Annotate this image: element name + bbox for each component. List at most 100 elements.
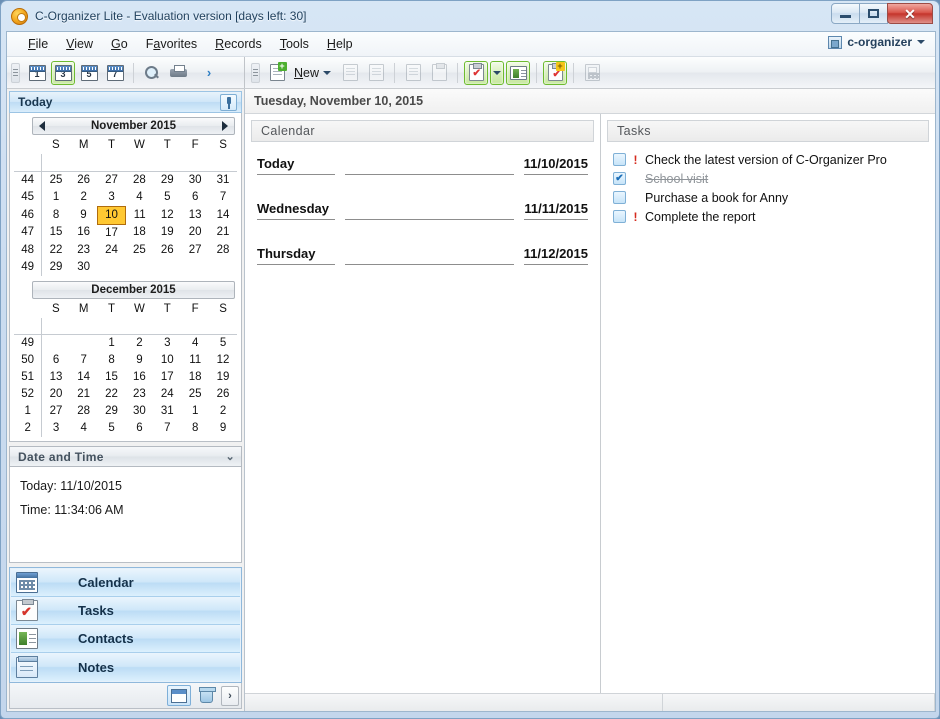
pin-icon[interactable]	[220, 93, 237, 111]
calendar-day-cell[interactable]: 15	[98, 369, 126, 386]
task-checkbox[interactable]	[613, 210, 626, 223]
calendar-day-cell[interactable]: 11	[181, 352, 209, 369]
calendar-day-cell[interactable]: 18	[181, 369, 209, 386]
prev-month-icon[interactable]	[39, 121, 45, 131]
calendar-day-cell[interactable]: 10	[97, 205, 126, 225]
paste-button[interactable]	[427, 61, 451, 85]
calendar-day-cell[interactable]: 7	[70, 352, 98, 369]
calendar-day-cell[interactable]: 1	[98, 335, 126, 353]
configure-panes-button[interactable]	[167, 685, 191, 706]
collapse-icon[interactable]: ⌄	[225, 450, 235, 463]
calendar-day-cell[interactable]: 25	[42, 171, 70, 189]
tasks-dropdown-button[interactable]	[490, 60, 505, 85]
new-dropdown-icon[interactable]	[323, 70, 332, 75]
task-checkbox[interactable]	[613, 153, 626, 166]
calendar-day-cell[interactable]: 27	[98, 171, 126, 189]
calendar-day-cell[interactable]: 27	[181, 242, 209, 259]
calendar-day-cell[interactable]: 12	[209, 352, 237, 369]
calendar-day-cell[interactable]: 17	[98, 224, 126, 242]
calendar-day-cell[interactable]: 7	[153, 420, 181, 437]
print-button[interactable]	[166, 61, 190, 85]
month1-header[interactable]: November 2015	[32, 117, 235, 135]
calendar-day-cell[interactable]: 24	[98, 242, 126, 259]
calendar-day-cell[interactable]: 29	[98, 403, 126, 420]
calendar-day-cell[interactable]: 6	[42, 352, 70, 369]
day-view-3-button[interactable]: 3	[51, 60, 75, 85]
calendar-day-cell[interactable]: 3	[42, 420, 70, 437]
day-view-1-button[interactable]: 1	[25, 61, 49, 85]
task-checkbox[interactable]	[613, 191, 626, 204]
calendar-day-cell[interactable]: 28	[209, 242, 237, 259]
month2-header[interactable]: December 2015	[32, 280, 235, 299]
calendar-day-cell[interactable]: 15	[42, 224, 70, 242]
calendar-day-cell[interactable]: 19	[153, 224, 181, 242]
menu-go[interactable]: Go	[102, 34, 137, 54]
calendar-day-cell[interactable]: 27	[42, 403, 70, 420]
calendar-day-cell[interactable]: 21	[209, 224, 237, 242]
sidebar-item-notes[interactable]: Notes	[11, 653, 240, 681]
calendar-day-cell[interactable]: 13	[181, 206, 209, 224]
maximize-button[interactable]	[859, 3, 888, 24]
calendar-day-cell[interactable]: 5	[98, 420, 126, 437]
calendar-day-cell[interactable]: 11	[126, 206, 154, 224]
calendar-day-cell[interactable]: 26	[70, 171, 98, 189]
calendar-day-cell[interactable]: 25	[126, 242, 154, 259]
calendar-day-cell[interactable]: 2	[126, 335, 154, 353]
calendar-day-cell[interactable]: 26	[209, 386, 237, 403]
calendar-day-cell[interactable]: 30	[181, 171, 209, 189]
calendar-day-cell[interactable]: 16	[70, 224, 98, 242]
menu-view[interactable]: View	[57, 34, 102, 54]
calendar-day-cell[interactable]: 5	[153, 189, 181, 207]
next-month-icon[interactable]	[222, 121, 228, 131]
calendar-day-cell[interactable]: 31	[209, 171, 237, 189]
sidebar-item-tasks[interactable]: Tasks	[11, 597, 240, 625]
contacts-view-button[interactable]	[506, 60, 531, 85]
new-record-button[interactable]: +	[265, 61, 289, 85]
task-row[interactable]: ! Complete the report	[607, 207, 929, 226]
menu-tools[interactable]: Tools	[271, 34, 318, 54]
calendar-day-cell[interactable]: 14	[209, 206, 237, 224]
calendar-panel-body[interactable]: Today 11/10/2015 Wednesday 11/11/2015 Th…	[251, 142, 594, 693]
calendar-day-cell[interactable]: 8	[42, 206, 70, 224]
calendar-day-cell[interactable]: 8	[181, 420, 209, 437]
tasks-panel-body[interactable]: ! Check the latest version of C-Organizer…	[607, 142, 929, 693]
datetime-pane-header[interactable]: Date and Time ⌄	[9, 446, 242, 467]
calendar-day-cell[interactable]: 1	[181, 403, 209, 420]
calendar-day-cell[interactable]: 20	[181, 224, 209, 242]
checklist-button[interactable]	[401, 61, 425, 85]
toolbar-grip-left[interactable]	[11, 62, 20, 83]
menu-favorites[interactable]: Favorites	[137, 34, 206, 54]
calendar-day-cell[interactable]: 9	[209, 420, 237, 437]
calendar-day-cell[interactable]: 5	[209, 335, 237, 353]
calendar-day-cell[interactable]: 6	[126, 420, 154, 437]
task-row[interactable]: ! Check the latest version of C-Organizer…	[607, 150, 929, 169]
toolbar-overflow-left[interactable]: ›	[197, 61, 221, 85]
calendar-day-cell[interactable]: 22	[42, 242, 70, 259]
calendar-day-cell[interactable]: 4	[181, 335, 209, 353]
calendar-day-row[interactable]: Today 11/10/2015	[257, 156, 588, 175]
calendar-day-cell[interactable]: 17	[153, 369, 181, 386]
calendar-day-cell[interactable]: 7	[209, 189, 237, 207]
window-menu-button[interactable]: c-organizer	[828, 35, 925, 49]
calendar-day-cell[interactable]: 12	[153, 206, 181, 224]
expand-nav-button[interactable]: ›	[221, 685, 239, 706]
calendar-day-cell[interactable]: 19	[209, 369, 237, 386]
edit-record-button[interactable]	[338, 61, 362, 85]
calendar-day-cell[interactable]: 21	[70, 386, 98, 403]
recycle-bin-button[interactable]	[194, 685, 218, 706]
calendar-day-cell[interactable]: 9	[70, 206, 98, 224]
close-button[interactable]: ✕	[887, 3, 933, 24]
toolbar-grip-right[interactable]	[251, 62, 260, 83]
delete-record-button[interactable]	[364, 61, 388, 85]
calendar-day-cell[interactable]: 4	[70, 420, 98, 437]
calendar-day-cell[interactable]: 29	[42, 259, 70, 276]
calendar-day-cell[interactable]: 31	[153, 403, 181, 420]
sidebar-item-calendar[interactable]: Calendar	[11, 569, 240, 597]
search-button[interactable]	[140, 61, 164, 85]
calendar-day-cell[interactable]: 30	[126, 403, 154, 420]
calendar-day-cell[interactable]: 3	[153, 335, 181, 353]
calendar-day-cell[interactable]: 25	[181, 386, 209, 403]
day-view-7-button[interactable]: 7	[103, 61, 127, 85]
calendar-day-row[interactable]: Wednesday 11/11/2015	[257, 201, 588, 220]
calendar-day-cell[interactable]: 18	[126, 224, 154, 242]
